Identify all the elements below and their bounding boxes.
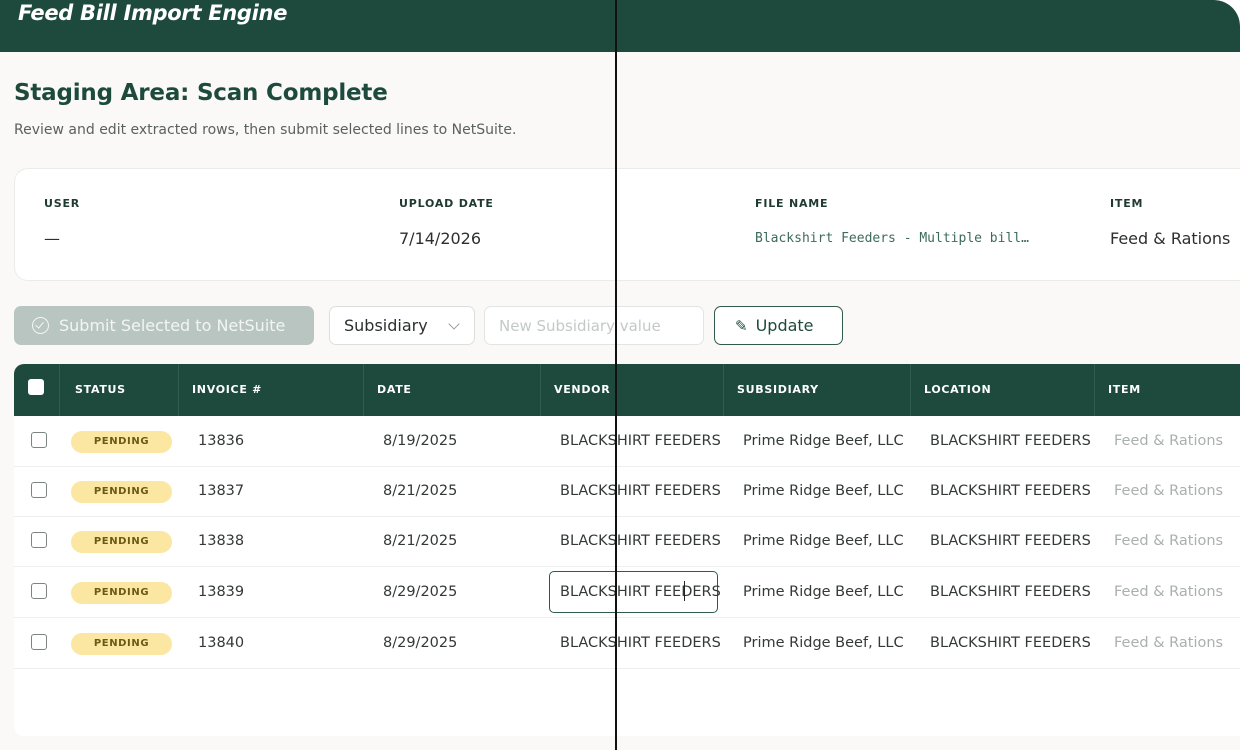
table-header: STATUS INVOICE # DATE VENDOR SUBSIDIARY … xyxy=(14,364,1240,416)
row-checkbox[interactable] xyxy=(31,532,47,548)
new-value-input[interactable] xyxy=(484,306,704,345)
table-row[interactable]: PENDING 13837 8/21/2025 BLACKSHIRT FEEDE… xyxy=(14,466,1240,517)
invoice-cell[interactable]: 13836 xyxy=(198,416,244,466)
vendor-cell[interactable]: BLACKSHIRT FEEDERS xyxy=(560,618,721,668)
invoice-cell[interactable]: 13838 xyxy=(198,516,244,566)
status-badge: PENDING xyxy=(71,582,172,604)
submit-button-label: Submit Selected to NetSuite xyxy=(59,316,286,335)
item-value: Feed & Rations xyxy=(1110,229,1231,248)
invoice-cell[interactable]: 13839 xyxy=(198,567,244,617)
location-cell[interactable]: BLACKSHIRT FEEDERS xyxy=(930,466,1091,516)
user-value: — xyxy=(44,229,60,248)
location-cell[interactable]: BLACKSHIRT FEEDERS xyxy=(930,516,1091,566)
column-header-date[interactable]: DATE xyxy=(377,364,412,416)
item-cell[interactable]: Feed & Rations xyxy=(1114,618,1223,668)
invoice-cell[interactable]: 13837 xyxy=(198,466,244,516)
invoice-cell[interactable]: 13840 xyxy=(198,618,244,668)
header-divider xyxy=(723,364,724,416)
header-divider xyxy=(910,364,911,416)
submit-to-netsuite-button[interactable]: Submit Selected to NetSuite xyxy=(14,306,314,345)
column-header-subsidiary[interactable]: SUBSIDIARY xyxy=(737,364,819,416)
header-divider xyxy=(1094,364,1095,416)
column-header-item[interactable]: ITEM xyxy=(1108,364,1141,416)
table-row[interactable]: PENDING 13839 8/29/2025 BLACKSHIRT FEEDE… xyxy=(14,567,1240,618)
table-row[interactable]: PENDING 13840 8/29/2025 BLACKSHIRT FEEDE… xyxy=(14,618,1240,669)
table-row[interactable]: PENDING 13836 8/19/2025 BLACKSHIRT FEEDE… xyxy=(14,416,1240,467)
staging-table: STATUS INVOICE # DATE VENDOR SUBSIDIARY … xyxy=(14,364,1240,736)
check-circle-icon xyxy=(32,317,49,334)
subsidiary-cell[interactable]: Prime Ridge Beef, LLC xyxy=(743,516,904,566)
header-divider xyxy=(363,364,364,416)
date-cell[interactable]: 8/29/2025 xyxy=(383,567,457,617)
row-checkbox[interactable] xyxy=(31,482,47,498)
field-select[interactable]: Subsidiary xyxy=(329,306,475,345)
header-divider xyxy=(59,364,60,416)
date-cell[interactable]: 8/19/2025 xyxy=(383,416,457,466)
field-select-value: Subsidiary xyxy=(344,316,428,335)
column-header-invoice[interactable]: INVOICE # xyxy=(192,364,262,416)
item-cell[interactable]: Feed & Rations xyxy=(1114,567,1223,617)
subsidiary-cell[interactable]: Prime Ridge Beef, LLC xyxy=(743,416,904,466)
subsidiary-cell[interactable]: Prime Ridge Beef, LLC xyxy=(743,618,904,668)
date-cell[interactable]: 8/21/2025 xyxy=(383,466,457,516)
vendor-cell[interactable]: BLACKSHIRT FEEDERS xyxy=(560,567,721,617)
location-cell[interactable]: BLACKSHIRT FEEDERS xyxy=(930,416,1091,466)
upload-info-card: USER — UPLOAD DATE 7/14/2026 FILE NAME B… xyxy=(14,168,1240,281)
app-title: Feed Bill Import Engine xyxy=(18,1,288,25)
pencil-icon: ✎ xyxy=(735,316,748,335)
vendor-cell[interactable]: BLACKSHIRT FEEDERS xyxy=(560,416,721,466)
location-cell[interactable]: BLACKSHIRT FEEDERS xyxy=(930,618,1091,668)
file-name-label: FILE NAME xyxy=(755,197,829,210)
status-badge: PENDING xyxy=(71,531,172,553)
user-label: USER xyxy=(44,197,81,210)
location-cell[interactable]: BLACKSHIRT FEEDERS xyxy=(930,567,1091,617)
row-checkbox[interactable] xyxy=(31,432,47,448)
status-badge: PENDING xyxy=(71,431,172,453)
date-cell[interactable]: 8/29/2025 xyxy=(383,618,457,668)
page-subtitle: Review and edit extracted rows, then sub… xyxy=(14,122,517,138)
vendor-cell[interactable]: BLACKSHIRT FEEDERS xyxy=(560,466,721,516)
header-divider xyxy=(540,364,541,416)
table-row[interactable]: PENDING 13838 8/21/2025 BLACKSHIRT FEEDE… xyxy=(14,516,1240,567)
row-checkbox[interactable] xyxy=(31,634,47,650)
chevron-down-icon xyxy=(448,318,460,330)
upload-date-value: 7/14/2026 xyxy=(399,229,482,248)
column-header-status[interactable]: STATUS xyxy=(75,364,126,416)
date-cell[interactable]: 8/21/2025 xyxy=(383,516,457,566)
app-window: Feed Bill Import Engine Staging Area: Sc… xyxy=(0,0,1240,750)
subsidiary-cell[interactable]: Prime Ridge Beef, LLC xyxy=(743,466,904,516)
update-button[interactable]: ✎ Update xyxy=(714,306,843,345)
item-cell[interactable]: Feed & Rations xyxy=(1114,416,1223,466)
header-divider xyxy=(178,364,179,416)
top-bar: Feed Bill Import Engine xyxy=(0,0,1240,52)
item-cell[interactable]: Feed & Rations xyxy=(1114,466,1223,516)
select-all-checkbox[interactable] xyxy=(28,379,44,395)
screen-guide-line xyxy=(615,0,617,750)
item-cell[interactable]: Feed & Rations xyxy=(1114,516,1223,566)
update-button-label: Update xyxy=(755,316,814,335)
file-name-value: Blackshirt Feeders - Multiple bill… xyxy=(755,231,1029,246)
column-header-location[interactable]: LOCATION xyxy=(924,364,991,416)
item-label: ITEM xyxy=(1110,197,1144,210)
upload-date-label: UPLOAD DATE xyxy=(399,197,494,210)
vendor-cell[interactable]: BLACKSHIRT FEEDERS xyxy=(560,516,721,566)
row-checkbox[interactable] xyxy=(31,583,47,599)
page-title: Staging Area: Scan Complete xyxy=(14,80,388,106)
text-caret xyxy=(684,581,685,601)
column-header-vendor[interactable]: VENDOR xyxy=(554,364,610,416)
status-badge: PENDING xyxy=(71,481,172,503)
subsidiary-cell[interactable]: Prime Ridge Beef, LLC xyxy=(743,567,904,617)
status-badge: PENDING xyxy=(71,633,172,655)
